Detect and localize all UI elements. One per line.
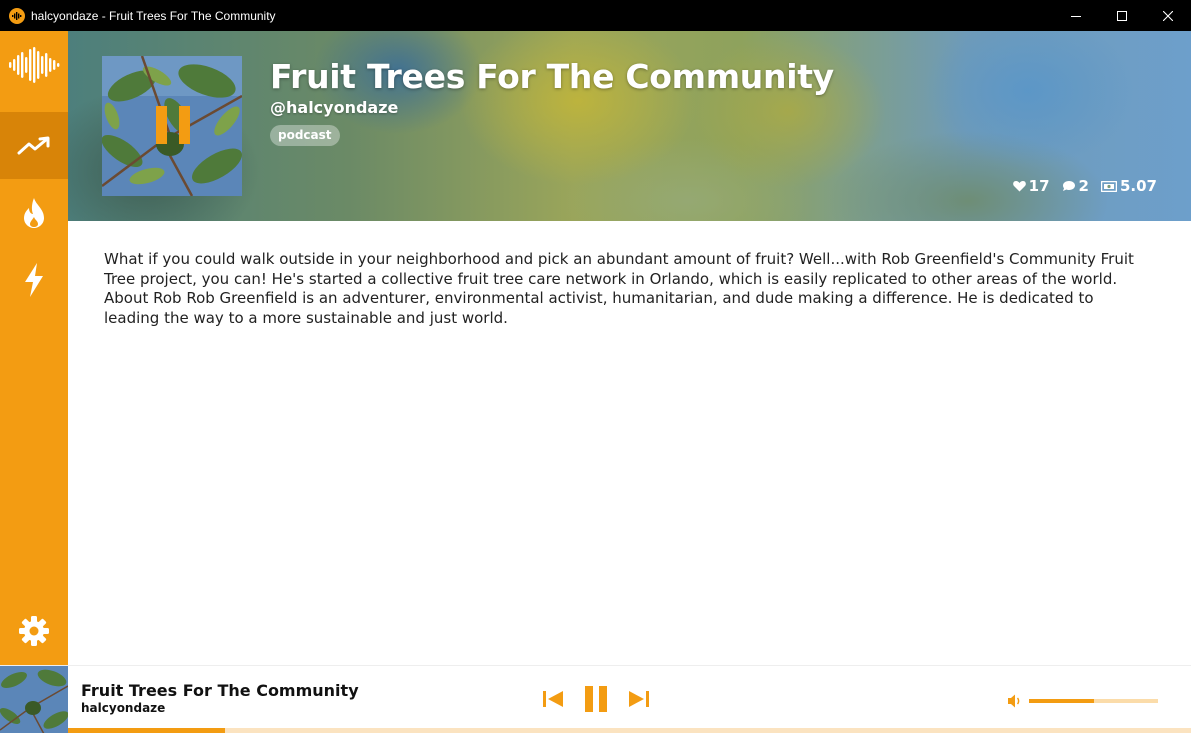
minimize-icon (1071, 15, 1081, 17)
volume-slider[interactable] (1029, 699, 1158, 703)
cover-pause-icon (156, 106, 190, 144)
player-author: halcyondaze (81, 701, 166, 715)
trending-icon (17, 136, 50, 154)
window-title: halcyondaze - Fruit Trees For The Commun… (31, 8, 276, 23)
flame-icon (24, 197, 44, 228)
comments-count: 2 (1078, 177, 1089, 195)
episode-cover-art[interactable] (102, 56, 242, 196)
close-icon (1163, 10, 1173, 21)
pause-button[interactable] (582, 685, 610, 713)
soundwave-icon[interactable] (0, 31, 68, 99)
episode-description: What if you could walk outside in your n… (104, 250, 1134, 327)
likes-stat[interactable]: 17 (1012, 177, 1050, 195)
likes-count: 17 (1028, 177, 1050, 195)
sidebar-item-trending[interactable] (0, 112, 68, 179)
episode-header: Fruit Trees For The Community @halcyonda… (68, 31, 1191, 221)
app-logo-icon (9, 7, 25, 24)
playback-controls (541, 685, 651, 713)
player-episode-title: Fruit Trees For The Community (81, 681, 359, 700)
money-icon (1100, 180, 1117, 192)
episode-stats: 17 2 5.07 (1001, 177, 1157, 195)
sidebar-item-new[interactable] (0, 246, 68, 313)
heart-icon (1012, 181, 1026, 192)
skip-back-icon (543, 691, 563, 707)
skip-forward-icon (629, 691, 649, 707)
episode-title: Fruit Trees For The Community (270, 57, 834, 96)
player-thumbnail[interactable] (0, 666, 68, 733)
comments-stat[interactable]: 2 (1062, 177, 1089, 195)
earnings-stat: 5.07 (1100, 177, 1157, 195)
volume-icon[interactable] (1007, 693, 1023, 709)
volume-level (1029, 699, 1094, 703)
sidebar (0, 31, 68, 665)
comment-icon (1062, 181, 1075, 191)
previous-button[interactable] (541, 685, 565, 713)
next-button[interactable] (627, 685, 651, 713)
player-bar: Fruit Trees For The Community halcyondaz… (0, 665, 1191, 733)
settings-button[interactable] (0, 597, 68, 665)
app-window: halcyondaze - Fruit Trees For The Commun… (0, 0, 1191, 733)
minimize-button[interactable] (1053, 0, 1099, 31)
tag-badge[interactable]: podcast (270, 125, 340, 146)
episode-author[interactable]: @halcyondaze (270, 98, 398, 117)
playback-progress (68, 728, 226, 733)
maximize-button[interactable] (1099, 0, 1145, 31)
title-bar: halcyondaze - Fruit Trees For The Commun… (0, 0, 1191, 31)
gear-icon (19, 616, 49, 646)
lightning-icon (25, 262, 43, 297)
earnings-amount: 5.07 (1119, 177, 1157, 195)
pause-icon (585, 686, 607, 712)
playback-progress-bar[interactable] (68, 728, 1191, 733)
maximize-icon (1117, 10, 1127, 21)
sidebar-item-hot[interactable] (0, 179, 68, 246)
volume-control (1007, 691, 1159, 709)
window-controls (1053, 0, 1191, 31)
close-button[interactable] (1145, 0, 1191, 31)
thumbnail-image (0, 666, 68, 733)
